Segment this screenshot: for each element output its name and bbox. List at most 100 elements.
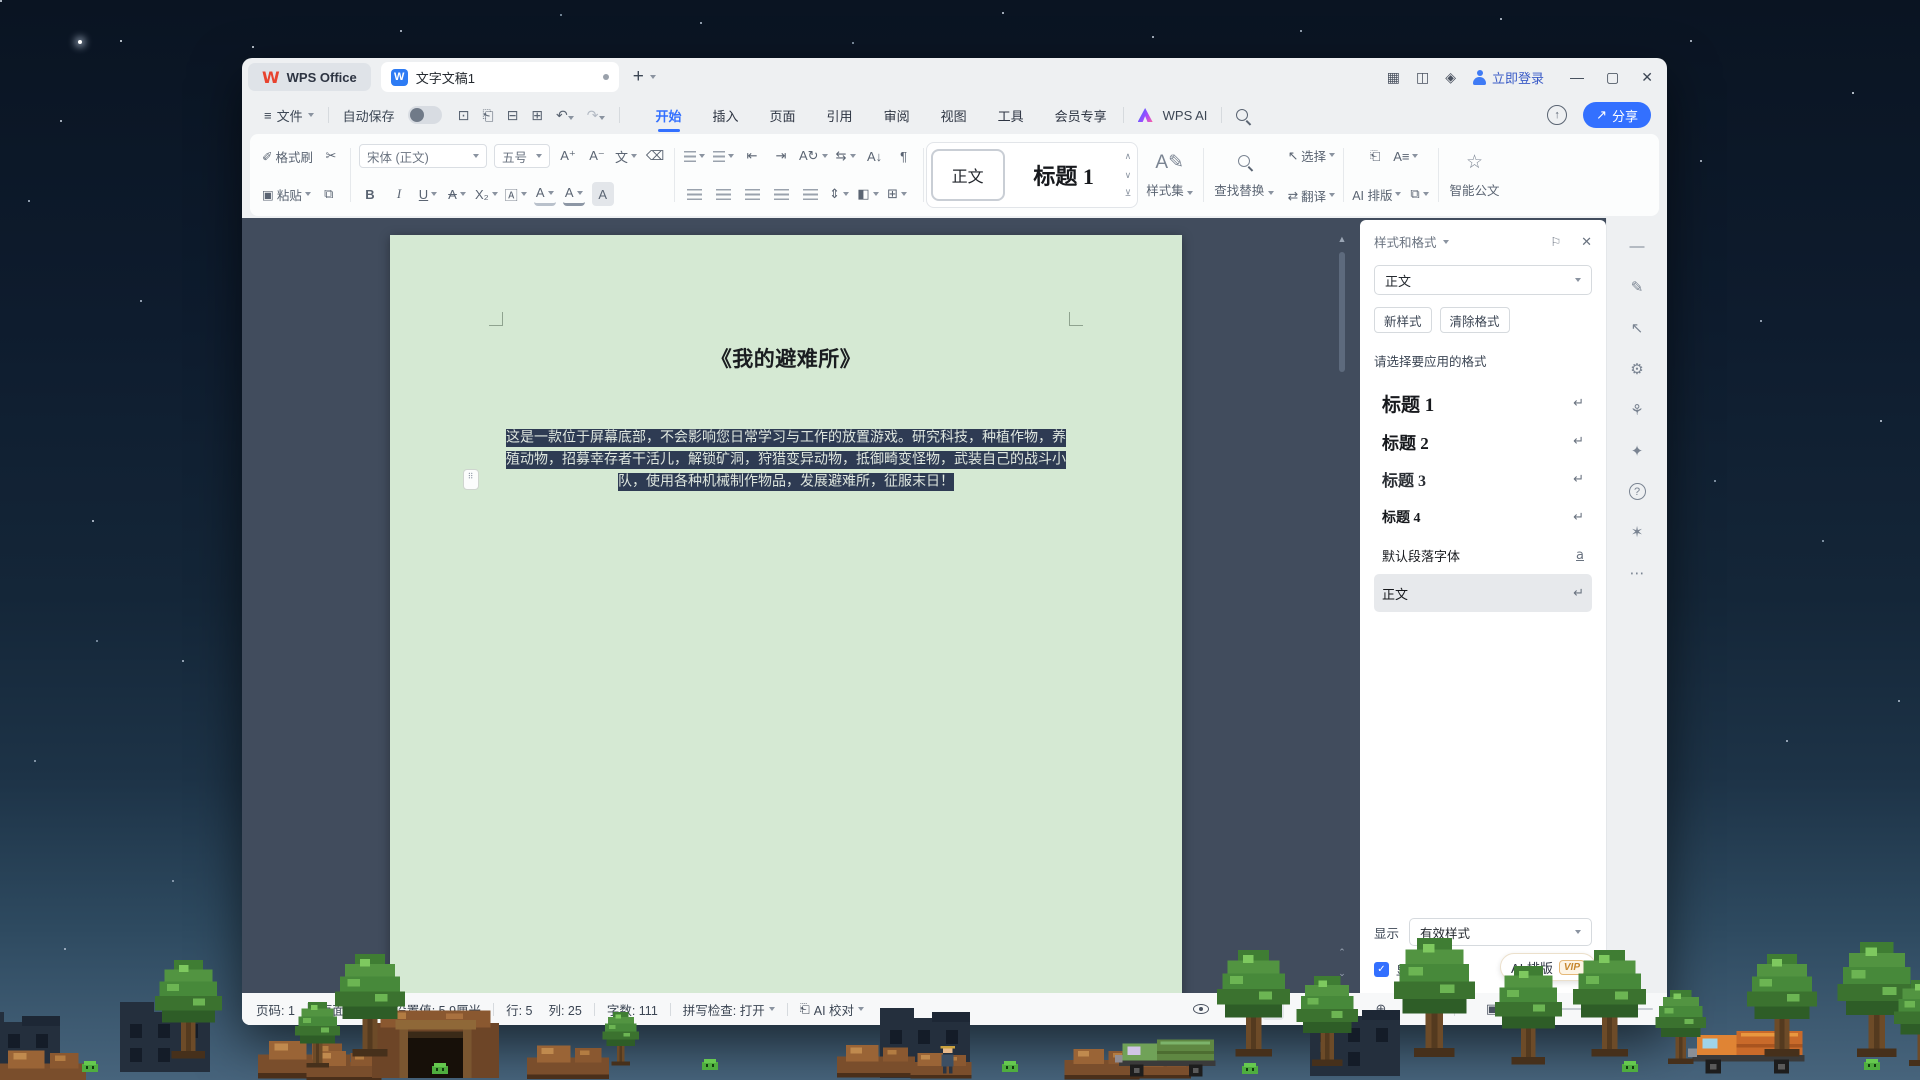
- tab-insert[interactable]: 插入: [711, 97, 741, 134]
- style-body[interactable]: 正文: [931, 149, 1005, 201]
- subscript-icon[interactable]: X₂: [475, 182, 498, 206]
- share-button[interactable]: ↗ 分享: [1583, 102, 1651, 128]
- highlight-color-icon[interactable]: A: [534, 182, 556, 206]
- panel-title-chevron-icon[interactable]: [1443, 240, 1449, 244]
- print-icon[interactable]: ⊟: [507, 107, 519, 124]
- read-mode-icon[interactable]: ▷: [1334, 998, 1356, 1020]
- find-replace-button[interactable]: 查找替换: [1206, 140, 1282, 210]
- maximize-button[interactable]: ▢: [1606, 69, 1619, 86]
- annotate-pen-icon[interactable]: ✎: [1631, 278, 1644, 296]
- selected-text[interactable]: 殖动物，招募幸存者干活儿，解锁矿洞，狩猎变异动物，抵御畸变怪物，武装自己的战斗小: [506, 451, 1066, 469]
- status-setting-value[interactable]: 设置值: 5.9厘米: [394, 1000, 481, 1019]
- shield-icon[interactable]: ◈: [1445, 69, 1456, 86]
- font-size-combo[interactable]: 五号: [494, 144, 550, 168]
- selected-text[interactable]: 这是一款位于屏幕底部，不会影响您日常学习与工作的放置游戏。研究科技，种植作物，养: [506, 429, 1066, 447]
- zoom-slider[interactable]: [1523, 1008, 1653, 1010]
- smart-doc-button[interactable]: ☆ 智能公文: [1441, 140, 1507, 210]
- tab-home[interactable]: 开始: [654, 97, 684, 134]
- distribute-icon[interactable]: [799, 182, 821, 206]
- help-icon[interactable]: ?: [1629, 483, 1646, 500]
- panel-close-icon[interactable]: ✕: [1581, 234, 1592, 250]
- document-title[interactable]: 《我的避难所》: [390, 343, 1182, 373]
- status-line[interactable]: 行: 5: [506, 1000, 532, 1019]
- style-set-button[interactable]: A✎ 样式集: [1138, 140, 1201, 210]
- translate-button[interactable]: ⇄ 翻译: [1288, 183, 1336, 207]
- selection-drag-handle-icon[interactable]: ⠿: [463, 469, 479, 490]
- gallery-up-icon[interactable]: ∧: [1125, 151, 1132, 162]
- align-center-icon[interactable]: [712, 182, 734, 206]
- save-icon[interactable]: ⊡: [458, 107, 470, 124]
- tab-view[interactable]: 视图: [939, 97, 969, 134]
- outfit-star-icon[interactable]: ✶: [1631, 523, 1644, 541]
- undo-button[interactable]: ↶: [556, 107, 574, 124]
- strikethrough-icon[interactable]: A: [446, 182, 468, 206]
- outline-view-icon[interactable]: ≣: [1298, 998, 1320, 1020]
- select-button[interactable]: ↖ 选择: [1288, 143, 1336, 167]
- style-item-default-font[interactable]: 默认段落字体a: [1374, 536, 1592, 574]
- document-paragraph[interactable]: ⠿ 这是一款位于屏幕底部，不会影响您日常学习与工作的放置游戏。研究科技，种植作物…: [506, 427, 1066, 493]
- scrollbar-thumb[interactable]: [1339, 252, 1345, 372]
- autosave-toggle[interactable]: [408, 106, 442, 124]
- show-preview-checkbox[interactable]: ✓: [1374, 962, 1389, 977]
- fit-page-icon[interactable]: ▣: [1481, 998, 1503, 1020]
- format-painter-button[interactable]: ✐ 格式刷: [262, 144, 313, 168]
- status-spellcheck[interactable]: 拼写检查: 打开: [683, 1000, 775, 1019]
- show-marks-icon[interactable]: ¶: [893, 144, 915, 168]
- current-style-combo[interactable]: 正文: [1374, 265, 1592, 295]
- copy-icon[interactable]: ⧉: [318, 182, 340, 206]
- collapse-icon[interactable]: —: [1630, 238, 1645, 255]
- status-word-count[interactable]: 字数: 111: [607, 1000, 658, 1019]
- workspace-icon[interactable]: ◫: [1416, 69, 1429, 86]
- increase-indent-icon[interactable]: ⇥: [770, 144, 792, 168]
- status-ai-proof[interactable]: ⎗ AI 校对: [800, 1000, 864, 1019]
- search-icon[interactable]: [1236, 109, 1248, 121]
- magic-wand-icon[interactable]: ✦: [1631, 442, 1644, 460]
- tab-list-chevron-icon[interactable]: [650, 75, 656, 79]
- increase-font-icon[interactable]: A⁺: [557, 144, 579, 168]
- new-tab-button[interactable]: +: [633, 66, 644, 88]
- status-column[interactable]: 列: 25: [548, 1000, 581, 1019]
- page-view-icon[interactable]: ▤: [1262, 998, 1284, 1020]
- pinyin-guide-icon[interactable]: 文: [615, 144, 637, 168]
- widgets-icon[interactable]: ▦: [1387, 69, 1400, 86]
- ai-layout-floating-button[interactable]: AI 排版 VIP: [1500, 953, 1596, 981]
- edit-pen-icon[interactable]: ✎: [1406, 998, 1428, 1020]
- style-item-heading1[interactable]: 标题 1↵: [1374, 384, 1592, 422]
- line-spacing-icon[interactable]: ⇕: [828, 182, 850, 206]
- wps-home-tab[interactable]: W WPS Office: [248, 63, 371, 91]
- status-page-number[interactable]: 页码: 1: [256, 1000, 295, 1019]
- arrange-icon[interactable]: ⧉: [1408, 182, 1430, 206]
- text-direction-icon[interactable]: A↻: [799, 144, 828, 168]
- underline-icon[interactable]: U: [417, 182, 439, 206]
- close-button[interactable]: ✕: [1641, 69, 1653, 86]
- redo-button[interactable]: ↷: [587, 107, 605, 124]
- cjk-layout-icon[interactable]: ⇆: [835, 144, 857, 168]
- decrease-indent-icon[interactable]: ⇤: [741, 144, 763, 168]
- numbering-tool-icon[interactable]: A≡: [1393, 144, 1418, 168]
- status-pages[interactable]: 页面: 1/1: [320, 1000, 369, 1019]
- align-right-icon[interactable]: [741, 182, 763, 206]
- char-shading-icon[interactable]: A: [592, 182, 614, 206]
- align-left-icon[interactable]: [683, 182, 705, 206]
- eye-protection-icon[interactable]: [1193, 1004, 1209, 1014]
- italic-icon[interactable]: I: [388, 182, 410, 206]
- print-preview-icon[interactable]: ⊞: [531, 107, 543, 124]
- settings-sliders-icon[interactable]: ⚙: [1630, 360, 1643, 378]
- numbered-list-icon[interactable]: [712, 144, 734, 168]
- style-heading1[interactable]: 标题 1: [1009, 159, 1119, 191]
- display-filter-combo[interactable]: 有效样式: [1409, 918, 1592, 946]
- shading-icon[interactable]: ◧: [857, 182, 879, 206]
- new-style-button[interactable]: 新样式: [1374, 307, 1432, 333]
- tab-tools[interactable]: 工具: [996, 97, 1026, 134]
- cursor-select-icon[interactable]: ↖: [1631, 319, 1644, 337]
- tab-member[interactable]: 会员专享: [1053, 97, 1109, 134]
- skin-theme-icon[interactable]: ⚘: [1630, 401, 1643, 419]
- scroll-up-icon[interactable]: ▲: [1338, 234, 1347, 244]
- web-view-icon[interactable]: ⊕: [1370, 998, 1392, 1020]
- font-color-icon[interactable]: A: [563, 182, 585, 206]
- sort-icon[interactable]: A↓: [864, 144, 886, 168]
- export-pdf-icon[interactable]: ⎗: [482, 107, 493, 124]
- clear-format-button[interactable]: 清除格式: [1440, 307, 1510, 333]
- cloud-upload-icon[interactable]: ↑: [1547, 105, 1567, 125]
- font-name-combo[interactable]: 宋体 (正文): [359, 144, 487, 168]
